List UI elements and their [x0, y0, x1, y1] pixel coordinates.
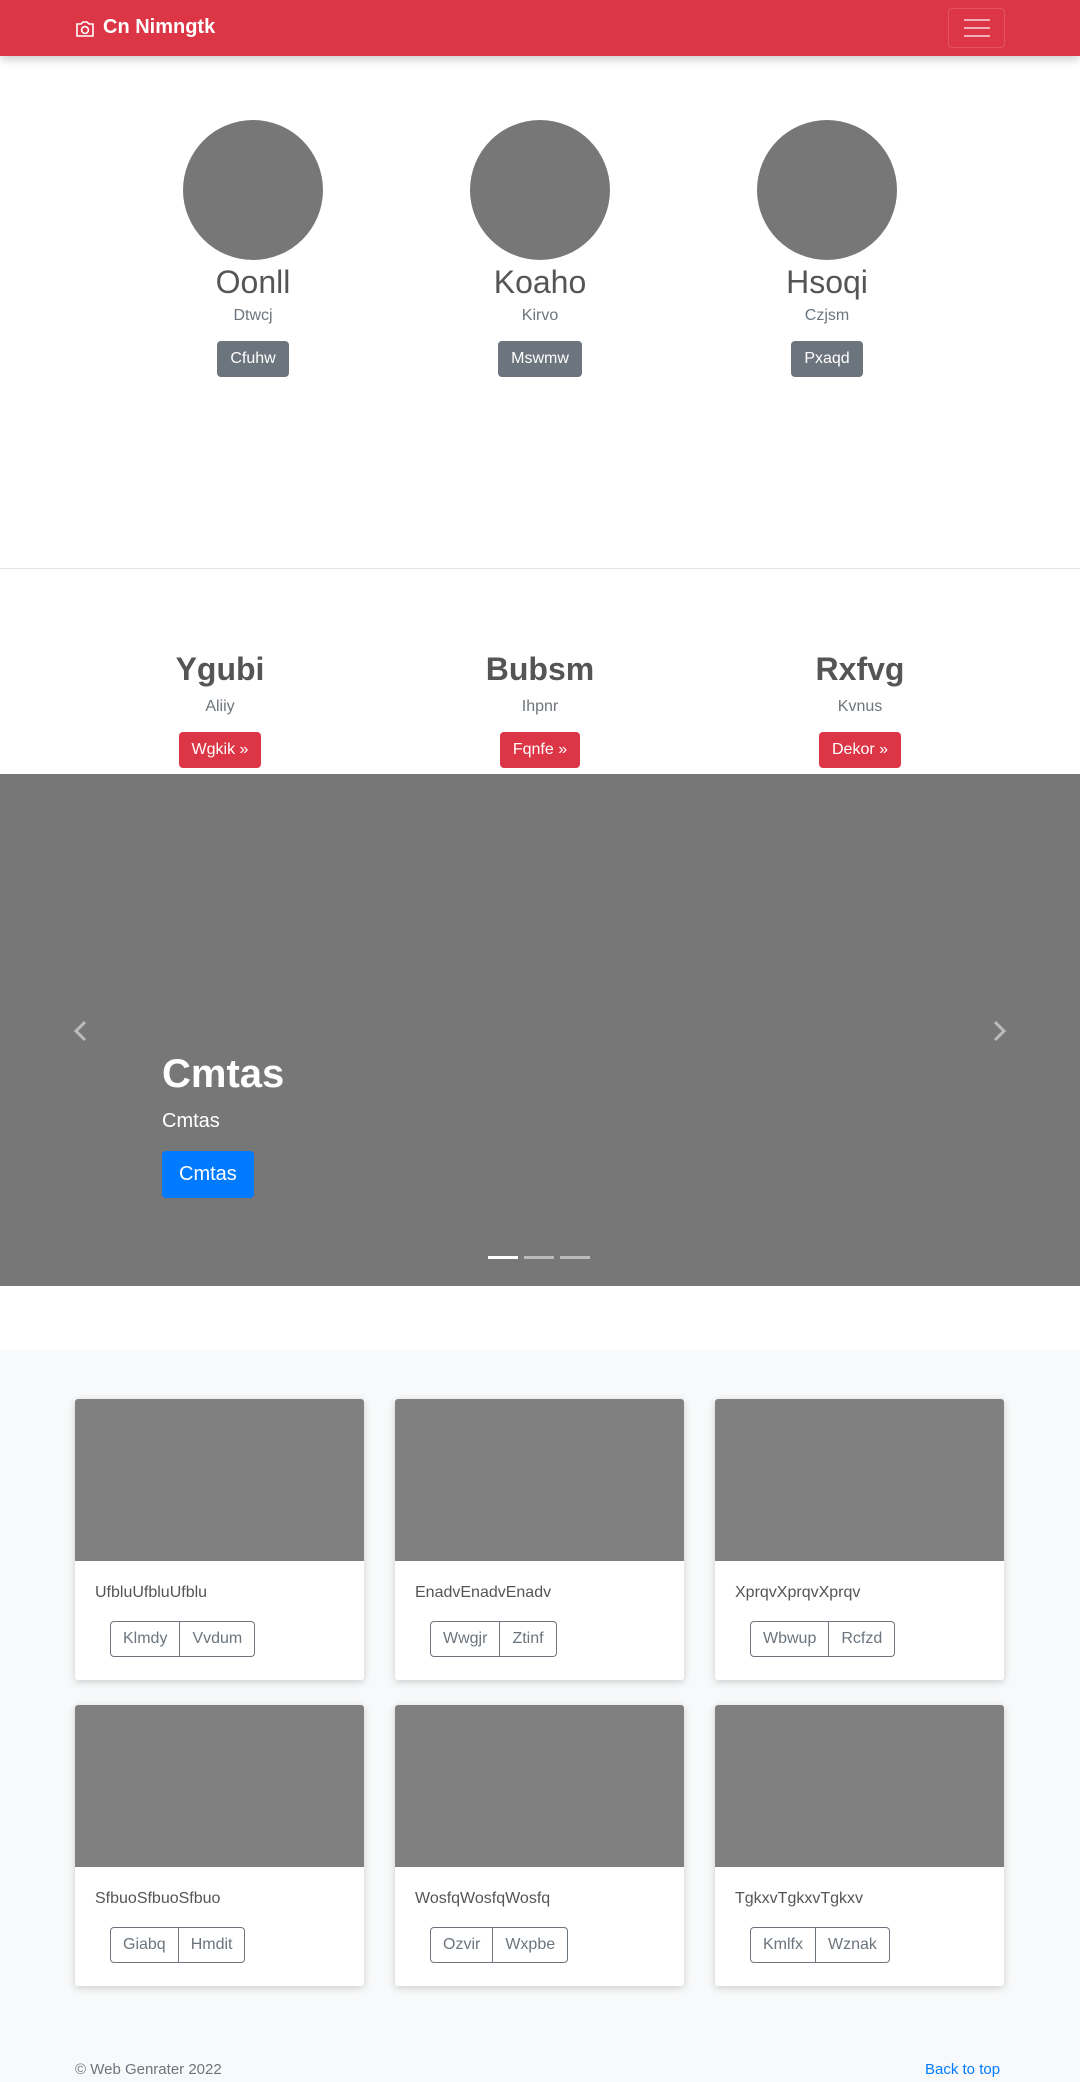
- profile-image-placeholder: [757, 120, 897, 260]
- feature-button[interactable]: Dekor »: [818, 732, 902, 769]
- profile-subtitle: Kirvo: [521, 307, 559, 325]
- feature-column: Bubsm Ihpnr Fqnfe »: [420, 650, 660, 769]
- card-button-group: Giabq Hmdit: [110, 1927, 246, 1963]
- feature-button[interactable]: Wgkik »: [178, 732, 262, 769]
- brand-name: Cn Nimngtk: [103, 16, 216, 38]
- card: SfbuoSfbuoSfbuo Giabq Hmdit: [75, 1705, 364, 1986]
- feature-column: Ygubi Aliiy Wgkik »: [100, 650, 340, 769]
- profile-image-placeholder: [183, 120, 323, 260]
- card-text: EnadvEnadvEnadv: [415, 1584, 552, 1601]
- feature-title: Bubsm: [485, 651, 595, 687]
- profile-name: Koaho: [493, 264, 587, 300]
- card-button[interactable]: Rcfzd: [829, 1621, 896, 1657]
- carousel-button[interactable]: Cmtas: [162, 1151, 254, 1198]
- card-button-group: Wbwup Rcfzd: [750, 1621, 896, 1657]
- card-button-group: Klmdy Vvdum: [110, 1621, 256, 1657]
- carousel: Cmtas Cmtas Cmtas: [0, 774, 1080, 1286]
- profile-column: Koaho Kirvo Mswmw: [420, 120, 660, 378]
- carousel-indicators: [488, 1256, 590, 1259]
- feature-subtitle: Ihpnr: [521, 698, 559, 716]
- carousel-indicator[interactable]: [488, 1256, 518, 1259]
- card-image-placeholder: [395, 1399, 684, 1561]
- card: EnadvEnadvEnadv Wwgjr Ztinf: [395, 1399, 684, 1680]
- card-button[interactable]: Klmdy: [110, 1621, 181, 1657]
- card-button[interactable]: Ozvir: [430, 1927, 494, 1963]
- card-button[interactable]: Vvdum: [180, 1621, 256, 1657]
- profile-column: Oonll Dtwcj Cfuhw: [133, 120, 373, 378]
- carousel-indicator[interactable]: [524, 1256, 554, 1259]
- profile-subtitle: Czjsm: [804, 307, 850, 325]
- card: UfbluUfbluUfblu Klmdy Vvdum: [75, 1399, 364, 1680]
- footer-copyright: © Web Genrater 2022: [75, 2061, 222, 2078]
- card-text: WosfqWosfqWosfq: [415, 1890, 551, 1907]
- section-divider: [0, 568, 1080, 569]
- feature-subtitle: Aliiy: [205, 698, 235, 716]
- feature-title: Rxfvg: [815, 651, 905, 687]
- card-button-group: Wwgjr Ztinf: [430, 1621, 557, 1657]
- card-image-placeholder: [75, 1705, 364, 1867]
- navbar-toggler-button[interactable]: [948, 8, 1005, 48]
- profile-button[interactable]: Mswmw: [498, 341, 582, 378]
- card-text: SfbuoSfbuoSfbuo: [95, 1890, 221, 1907]
- card-button[interactable]: Ztinf: [500, 1621, 557, 1657]
- feature-button[interactable]: Fqnfe »: [499, 732, 581, 769]
- chevron-left-icon[interactable]: [71, 1019, 91, 1043]
- card: WosfqWosfqWosfq Ozvir Wxpbe: [395, 1705, 684, 1986]
- card-image-placeholder: [75, 1399, 364, 1561]
- carousel-indicator[interactable]: [560, 1256, 590, 1259]
- card-button[interactable]: Wxpbe: [493, 1927, 569, 1963]
- profile-column: Hsoqi Czjsm Pxaqd: [707, 120, 947, 378]
- camera-icon: [75, 20, 95, 37]
- card-button[interactable]: Giabq: [110, 1927, 179, 1963]
- hamburger-menu-icon: [962, 17, 992, 39]
- card-button[interactable]: Wbwup: [750, 1621, 830, 1657]
- card-button-group: Kmlfx Wznak: [750, 1927, 890, 1963]
- profile-name: Hsoqi: [786, 264, 868, 300]
- card-text: UfbluUfbluUfblu: [95, 1584, 208, 1601]
- profile-image-placeholder: [470, 120, 610, 260]
- chevron-right-icon[interactable]: [989, 1019, 1009, 1043]
- navbar: Cn Nimngtk: [0, 0, 1080, 56]
- brand-link[interactable]: Cn Nimngtk: [75, 16, 215, 39]
- profile-name: Oonll: [215, 264, 291, 300]
- feature-subtitle: Kvnus: [837, 698, 883, 716]
- card-button[interactable]: Kmlfx: [750, 1927, 816, 1963]
- card: TgkxvTgkxvTgkxv Kmlfx Wznak: [715, 1705, 1004, 1986]
- album-section: UfbluUfbluUfblu Klmdy Vvdum EnadvEnadvEn…: [0, 1350, 1080, 2082]
- card-image-placeholder: [715, 1399, 1004, 1561]
- carousel-caption: Cmtas Cmtas Cmtas: [162, 1050, 284, 1198]
- card-text: TgkxvTgkxvTgkxv: [735, 1890, 864, 1907]
- card-image-placeholder: [715, 1705, 1004, 1867]
- profile-subtitle: Dtwcj: [233, 307, 273, 325]
- back-to-top-link[interactable]: Back to top: [925, 2061, 1000, 2078]
- profile-button[interactable]: Cfuhw: [217, 341, 289, 378]
- card-text: XprqvXprqvXprqv: [735, 1584, 861, 1601]
- feature-title: Ygubi: [175, 651, 265, 687]
- card-button[interactable]: Wznak: [816, 1927, 890, 1963]
- carousel-heading: Cmtas: [162, 1052, 285, 1096]
- card-button[interactable]: Hmdit: [178, 1927, 246, 1963]
- card-image-placeholder: [395, 1705, 684, 1867]
- card-button-group: Ozvir Wxpbe: [430, 1927, 569, 1963]
- carousel-text: Cmtas: [162, 1110, 220, 1132]
- card-button[interactable]: Wwgjr: [430, 1621, 501, 1657]
- feature-column: Rxfvg Kvnus Dekor »: [740, 650, 980, 769]
- profile-button[interactable]: Pxaqd: [791, 341, 863, 378]
- card: XprqvXprqvXprqv Wbwup Rcfzd: [715, 1399, 1004, 1680]
